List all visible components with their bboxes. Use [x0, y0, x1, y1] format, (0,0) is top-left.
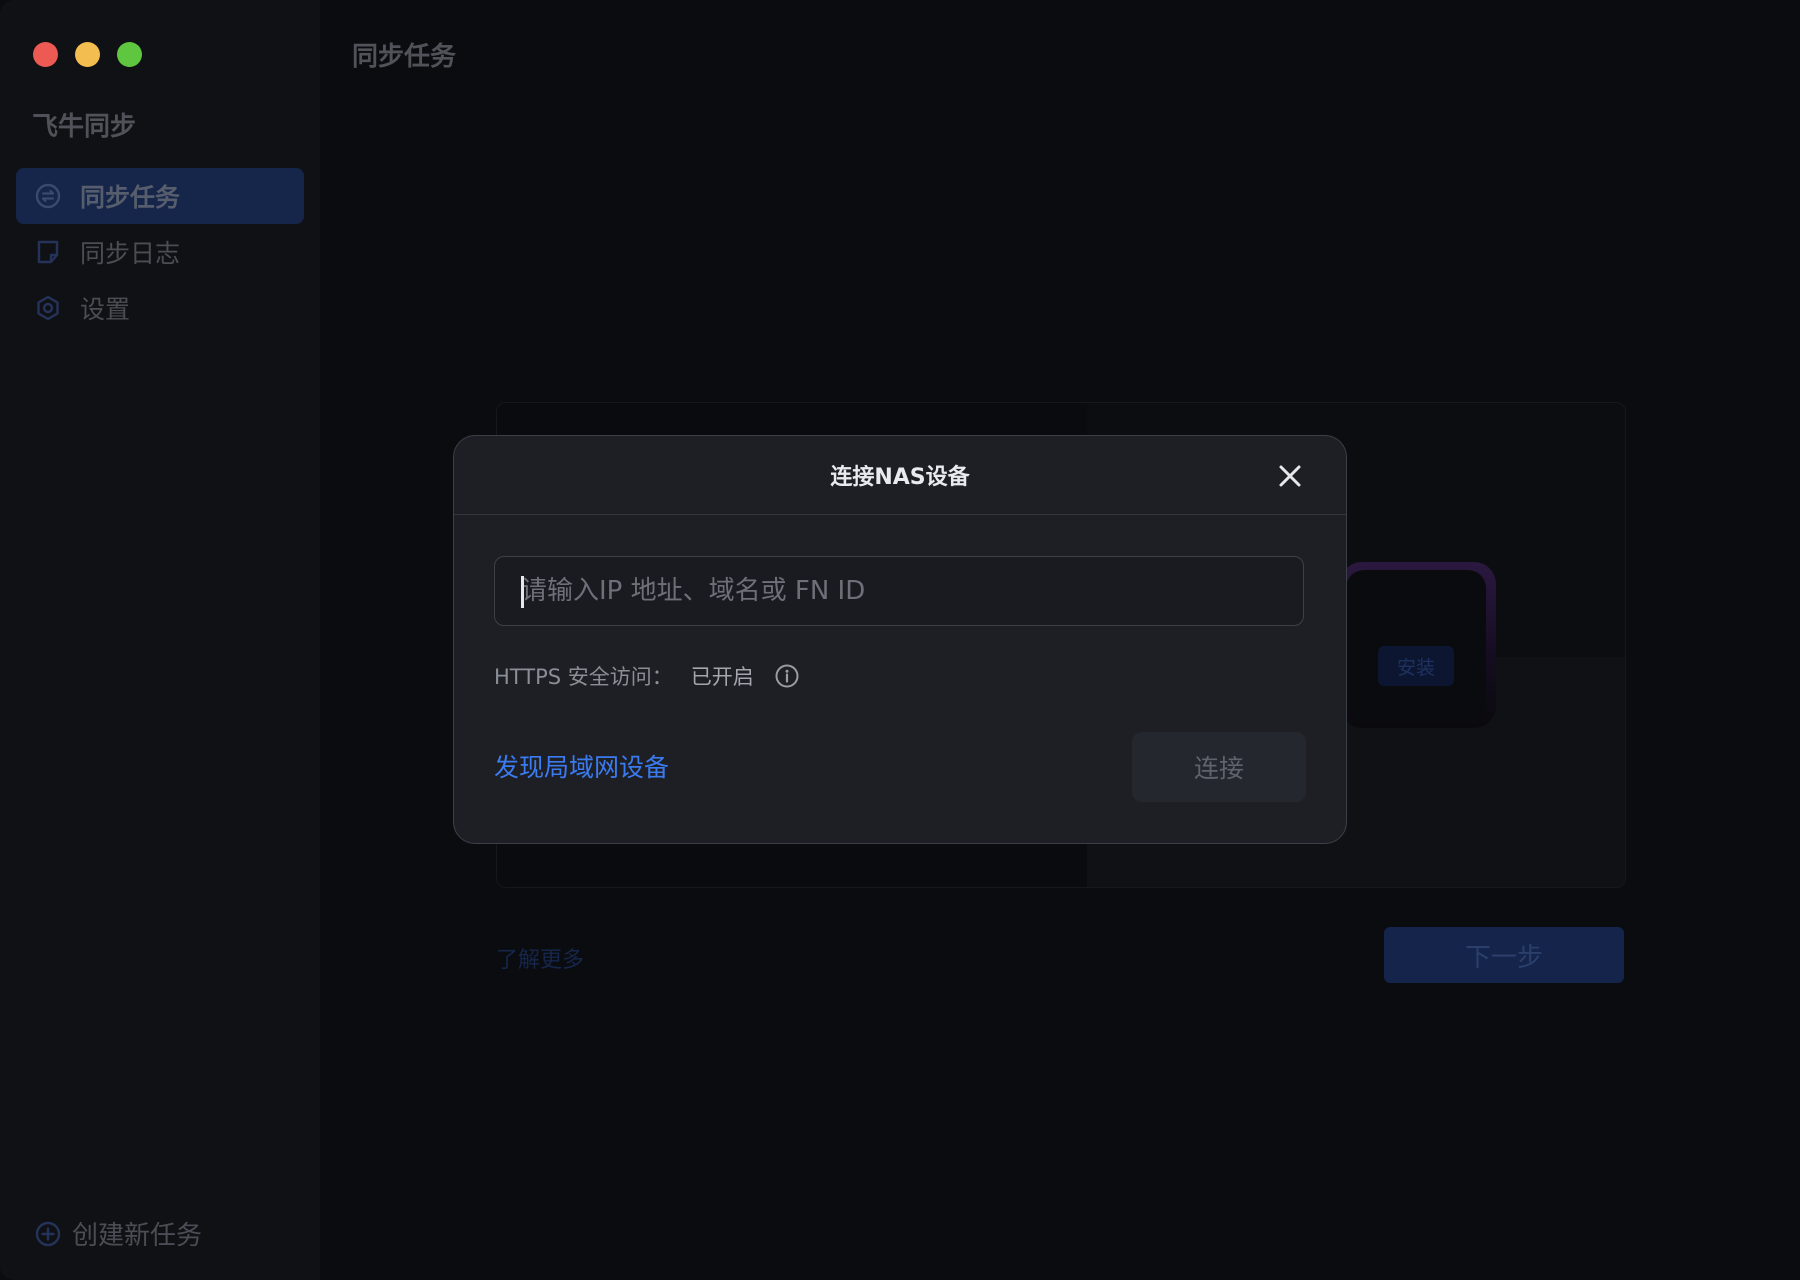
https-label: HTTPS 安全访问： [494, 665, 673, 689]
zoom-window-button[interactable] [117, 42, 142, 67]
gear-icon [34, 294, 62, 322]
next-step-button[interactable]: 下一步 [1384, 927, 1624, 983]
nas-device-screen [1346, 570, 1486, 720]
sidebar: 飞牛同步 同步任务 同步日志 设置 创建新任务 [0, 0, 320, 1280]
connect-button[interactable]: 连接 [1132, 732, 1306, 802]
dialog-header: 连接NAS设备 [454, 436, 1346, 515]
text-caret [521, 576, 524, 608]
https-status: 已开启 [690, 665, 754, 689]
sidebar-item-sync-tasks[interactable]: 同步任务 [16, 168, 304, 224]
app-window: 飞牛同步 同步任务 同步日志 设置 创建新任务 同步任务 安装 了解更多 下一步… [0, 0, 1800, 1280]
sidebar-item-sync-log[interactable]: 同步日志 [16, 224, 304, 280]
minimize-window-button[interactable] [75, 42, 100, 67]
connect-nas-dialog: 连接NAS设备 HTTPS 安全访问： 已开启 发现局域网设备 [453, 435, 1347, 844]
close-icon [1279, 465, 1301, 487]
create-task-label: 创建新任务 [72, 1221, 203, 1251]
address-input-wrapper [494, 556, 1304, 626]
install-button[interactable]: 安装 [1378, 646, 1454, 686]
log-icon [34, 238, 62, 266]
https-status-row: HTTPS 安全访问： 已开启 [494, 661, 800, 691]
sidebar-item-label: 同步日志 [80, 239, 181, 268]
discover-lan-devices-link[interactable]: 发现局域网设备 [494, 748, 669, 784]
sidebar-item-settings[interactable]: 设置 [16, 280, 304, 336]
sync-icon [34, 182, 62, 210]
app-name: 飞牛同步 [32, 112, 137, 142]
dialog-title: 连接NAS设备 [830, 465, 970, 490]
sidebar-item-label: 设置 [80, 295, 131, 324]
learn-more-link[interactable]: 了解更多 [496, 942, 584, 974]
nas-device-illustration [1340, 562, 1496, 728]
create-task-button[interactable]: 创建新任务 [34, 1215, 202, 1252]
plus-circle-icon [34, 1220, 62, 1248]
traffic-lights [33, 42, 142, 67]
sidebar-nav: 同步任务 同步日志 设置 [16, 168, 304, 336]
page-title: 同步任务 [352, 42, 457, 72]
close-dialog-button[interactable] [1276, 462, 1304, 490]
close-window-button[interactable] [33, 42, 58, 67]
info-icon[interactable] [774, 663, 800, 689]
sidebar-item-label: 同步任务 [80, 183, 181, 212]
address-input[interactable] [495, 557, 1303, 625]
